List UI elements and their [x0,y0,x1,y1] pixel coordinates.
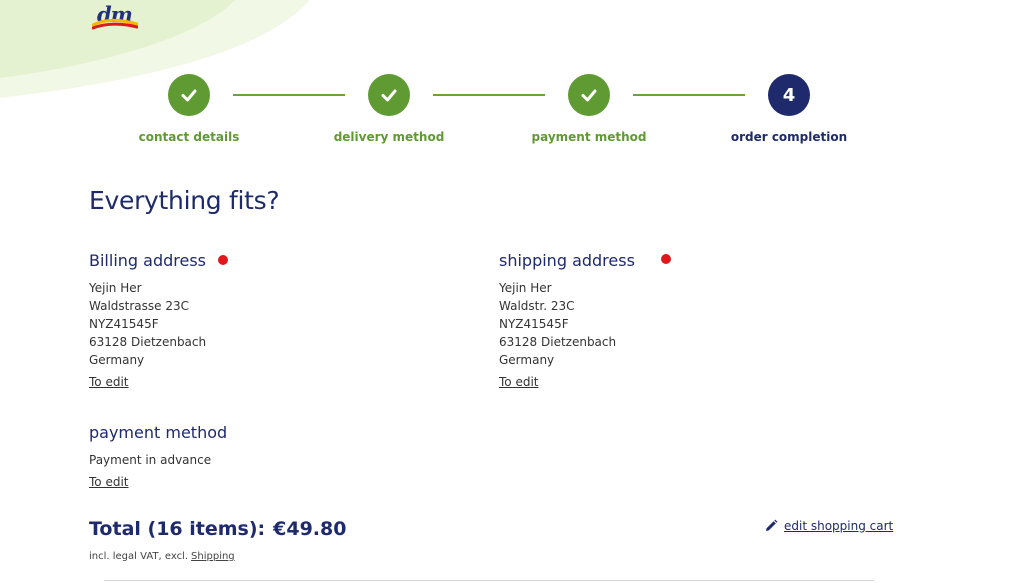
pencil-icon [766,519,778,531]
step-contact-details[interactable]: contact details [119,74,259,144]
shipping-address-title: shipping address [499,251,635,270]
step-label: order completion [730,130,848,144]
divider [104,580,874,581]
shipping-line-city: 63128 Dietzenbach [499,335,617,349]
edit-cart-label: edit shopping cart [784,519,894,533]
edit-billing-link[interactable]: To edit [89,375,129,389]
vat-text: incl. legal VAT, excl. [89,551,189,562]
billing-line-name: Yejin Her [89,281,142,295]
step-done-circle [568,74,610,116]
step-done-circle [368,74,410,116]
checkmark-icon [381,89,397,102]
billing-line-street: Waldstrasse 23C [89,299,189,313]
edit-cart-button[interactable]: edit shopping cart [764,519,893,533]
step-label: contact details [138,130,240,144]
step-label: delivery method [333,130,445,144]
edit-shipping-link[interactable]: To edit [499,375,539,389]
step-order-completion: 4 order completion [719,74,859,144]
payment-method-title: payment method [89,423,228,442]
shipping-line-name: Yejin Her [499,281,552,295]
shipping-line-country: Germany [499,353,555,367]
page-title: Everything fits? [89,186,280,215]
step-done-circle [168,74,210,116]
total-amount: €49.80 [273,518,347,540]
billing-line-country: Germany [89,353,145,367]
vat-note: incl. legal VAT, excl. Shipping [89,551,235,562]
total-label: Total (16 items): [89,518,266,540]
step-active-circle: 4 [768,74,810,116]
step-payment-method[interactable]: payment method [519,74,659,144]
shipping-line-street: Waldstr. 23C [499,299,575,313]
edit-payment-link[interactable]: To edit [89,475,129,489]
dm-logo[interactable]: dm [92,2,138,34]
order-total: Total (16 items): €49.80 [89,518,346,540]
billing-line-city: 63128 Dietzenbach [89,335,207,349]
billing-line-extra: NYZ41545F [89,317,159,331]
shipping-address-block: Yejin Her Waldstr. 23C NYZ41545F 63128 D… [499,279,616,369]
payment-method-value: Payment in advance [89,453,212,467]
checkmark-icon [581,89,597,102]
checkout-stepper: contact details delivery method payment … [0,74,1009,154]
billing-alert-dot [218,255,228,265]
billing-address-title: Billing address [89,251,206,270]
step-delivery-method[interactable]: delivery method [319,74,459,144]
shipping-alert-dot [661,254,671,264]
step-label: payment method [531,130,647,144]
shipping-line-extra: NYZ41545F [499,317,569,331]
billing-address-block: Yejin Her Waldstrasse 23C NYZ41545F 6312… [89,279,206,369]
checkmark-icon [181,89,197,102]
shipping-info-link[interactable]: Shipping [191,551,235,562]
logo-wave-icon [92,18,138,30]
